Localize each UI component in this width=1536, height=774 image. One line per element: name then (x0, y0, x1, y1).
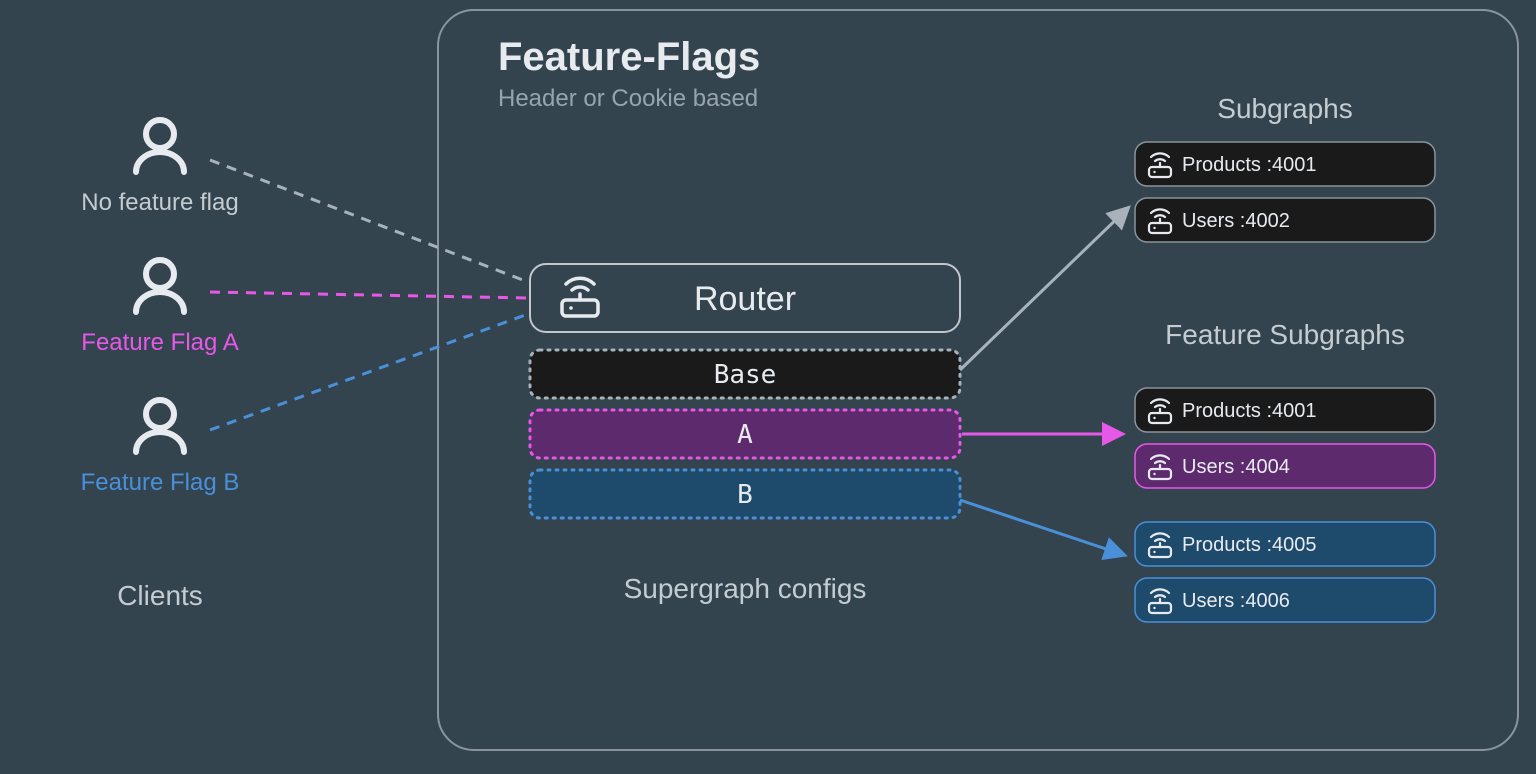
config-a: A (530, 410, 960, 458)
clients-heading: Clients (117, 580, 203, 611)
router-icon (562, 278, 598, 316)
config-b: B (530, 470, 960, 518)
fsg-users-4006: Users :4006 (1135, 578, 1435, 622)
fsg-users-4006-label: Users :4006 (1182, 590, 1290, 612)
client-none: No feature flag (81, 120, 238, 216)
supergraph-heading: Supergraph configs (624, 573, 867, 604)
arrow-base (960, 208, 1128, 370)
sg-products-4001: Products :4001 (1135, 142, 1435, 186)
config-a-label: A (737, 420, 753, 450)
feature-subgraphs-heading: Feature Subgraphs (1165, 319, 1405, 350)
line-client-a (210, 292, 528, 298)
arrow-b (960, 500, 1124, 555)
title: Feature-Flags (498, 35, 760, 79)
sg-users-4002: Users :4002 (1135, 198, 1435, 242)
fsg-products-4001-label: Products :4001 (1182, 400, 1317, 422)
config-base-label: Base (714, 360, 777, 390)
line-client-b (210, 314, 528, 430)
router-label: Router (694, 280, 796, 318)
sg-products-4001-label: Products :4001 (1182, 154, 1317, 176)
fsg-products-4005: Products :4005 (1135, 522, 1435, 566)
fsg-products-4001: Products :4001 (1135, 388, 1435, 432)
fsg-users-4004-label: Users :4004 (1182, 456, 1290, 478)
client-a-label: Feature Flag A (81, 329, 238, 356)
router: Router (530, 264, 960, 332)
fsg-products-4005-label: Products :4005 (1182, 534, 1317, 556)
config-base: Base (530, 350, 960, 398)
client-none-label: No feature flag (81, 189, 238, 216)
client-b: Feature Flag B (81, 400, 240, 496)
line-client-none (210, 160, 528, 282)
config-b-label: B (737, 480, 753, 510)
client-b-label: Feature Flag B (81, 469, 240, 496)
subgraphs-heading: Subgraphs (1217, 93, 1352, 124)
client-a: Feature Flag A (81, 260, 238, 356)
fsg-users-4004: Users :4004 (1135, 444, 1435, 488)
subtitle: Header or Cookie based (498, 85, 758, 112)
sg-users-4002-label: Users :4002 (1182, 210, 1290, 232)
